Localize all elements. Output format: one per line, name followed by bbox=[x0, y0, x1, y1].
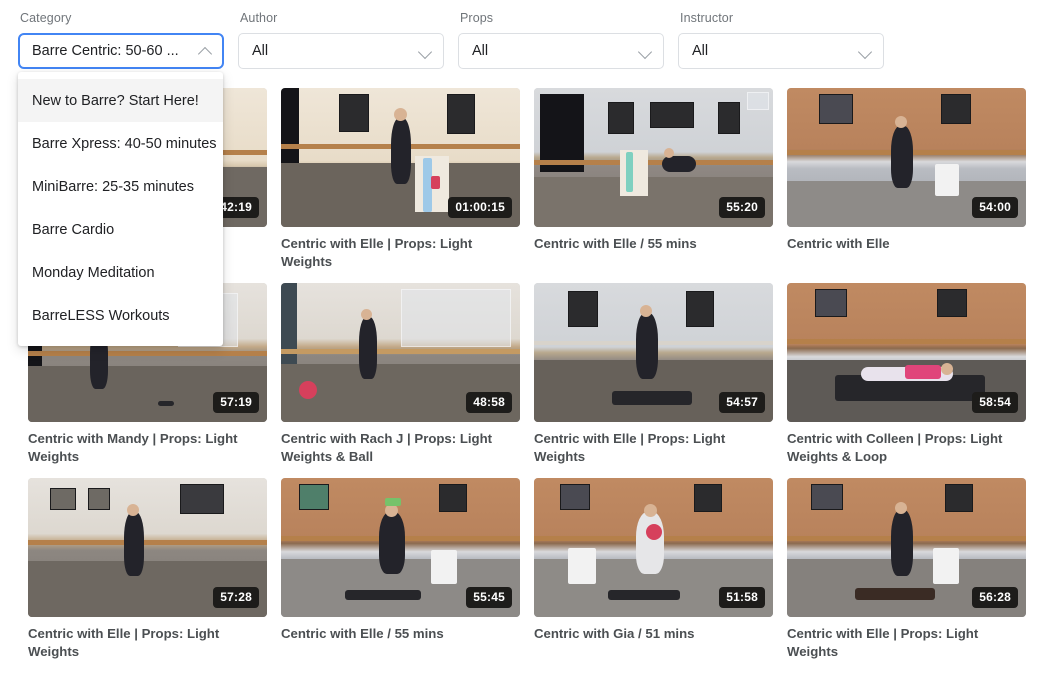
filter-label-instructor: Instructor bbox=[678, 10, 884, 26]
dropdown-item-2[interactable]: MiniBarre: 25-35 minutes bbox=[18, 165, 223, 208]
video-thumbnail[interactable]: 55:45 bbox=[281, 478, 520, 617]
video-thumbnail[interactable]: 54:00 bbox=[787, 88, 1026, 227]
chevron-up-icon bbox=[199, 45, 212, 58]
video-duration: 58:54 bbox=[972, 392, 1018, 413]
video-duration: 55:20 bbox=[719, 197, 765, 218]
video-duration: 51:58 bbox=[719, 587, 765, 608]
video-card: 58:54 Centric with Colleen | Props: Ligh… bbox=[787, 283, 1026, 466]
video-duration: 54:57 bbox=[719, 392, 765, 413]
video-caption[interactable]: Centric with Rach J | Props: Light Weigh… bbox=[281, 430, 519, 466]
video-thumbnail[interactable]: 01:00:15 bbox=[281, 88, 520, 227]
video-card: 54:57 Centric with Elle | Props: Light W… bbox=[534, 283, 773, 466]
author-select-value: All bbox=[252, 43, 268, 59]
filter-instructor: Instructor All bbox=[678, 10, 884, 78]
video-thumbnail[interactable]: 57:28 bbox=[28, 478, 267, 617]
video-duration: 57:28 bbox=[213, 587, 259, 608]
video-caption[interactable]: Centric with Mandy | Props: Light Weight… bbox=[28, 430, 266, 466]
video-card: 55:20 Centric with Elle / 55 mins bbox=[534, 88, 773, 271]
dropdown-item-3[interactable]: Barre Cardio bbox=[18, 208, 223, 251]
video-card: 01:00:15 Centric with Elle | Props: Ligh… bbox=[281, 88, 520, 271]
video-duration: 54:00 bbox=[972, 197, 1018, 218]
filter-label-author: Author bbox=[238, 10, 444, 26]
category-select[interactable]: Barre Centric: 50-60 ... bbox=[18, 33, 224, 69]
chevron-down-icon bbox=[419, 45, 432, 58]
video-duration: 01:00:15 bbox=[448, 197, 512, 218]
video-caption[interactable]: Centric with Elle | Props: Light Weights bbox=[281, 235, 519, 271]
video-caption[interactable]: Centric with Elle bbox=[787, 235, 1025, 253]
video-caption[interactable]: Centric with Elle | Props: Light Weights bbox=[787, 625, 1025, 661]
video-duration: 56:28 bbox=[972, 587, 1018, 608]
instructor-select[interactable]: All bbox=[678, 33, 884, 69]
video-thumbnail[interactable]: 58:54 bbox=[787, 283, 1026, 422]
video-thumbnail[interactable]: 55:20 bbox=[534, 88, 773, 227]
video-card: 55:45 Centric with Elle / 55 mins bbox=[281, 478, 520, 661]
dropdown-item-0[interactable]: New to Barre? Start Here! bbox=[18, 79, 223, 122]
video-caption[interactable]: Centric with Gia / 51 mins bbox=[534, 625, 772, 643]
video-caption[interactable]: Centric with Colleen | Props: Light Weig… bbox=[787, 430, 1025, 466]
video-thumbnail[interactable]: 51:58 bbox=[534, 478, 773, 617]
video-caption[interactable]: Centric with Elle | Props: Light Weights bbox=[534, 430, 772, 466]
filter-category: Category Barre Centric: 50-60 ... bbox=[18, 10, 224, 78]
category-select-value: Barre Centric: 50-60 ... bbox=[32, 43, 179, 59]
video-caption[interactable]: Centric with Elle / 55 mins bbox=[281, 625, 519, 643]
dropdown-item-5[interactable]: BarreLESS Workouts bbox=[18, 294, 223, 337]
video-card: 48:58 Centric with Rach J | Props: Light… bbox=[281, 283, 520, 466]
video-caption[interactable]: Centric with Elle | Props: Light Weights bbox=[28, 625, 266, 661]
props-select[interactable]: All bbox=[458, 33, 664, 69]
video-thumbnail[interactable]: 54:57 bbox=[534, 283, 773, 422]
filter-bar: Category Barre Centric: 50-60 ... Author… bbox=[0, 0, 1055, 78]
video-duration: 48:58 bbox=[466, 392, 512, 413]
dropdown-item-4[interactable]: Monday Meditation bbox=[18, 251, 223, 294]
chevron-down-icon bbox=[859, 45, 872, 58]
author-select[interactable]: All bbox=[238, 33, 444, 69]
chevron-down-icon bbox=[639, 45, 652, 58]
video-duration: 55:45 bbox=[466, 587, 512, 608]
filter-author: Author All bbox=[238, 10, 444, 78]
props-select-value: All bbox=[472, 43, 488, 59]
instructor-select-value: All bbox=[692, 43, 708, 59]
dropdown-item-1[interactable]: Barre Xpress: 40-50 minutes bbox=[18, 122, 223, 165]
video-card: 51:58 Centric with Gia / 51 mins bbox=[534, 478, 773, 661]
video-thumbnail[interactable]: 56:28 bbox=[787, 478, 1026, 617]
video-card: 57:28 Centric with Elle | Props: Light W… bbox=[28, 478, 267, 661]
filter-props: Props All bbox=[458, 10, 664, 78]
video-card: 54:00 Centric with Elle bbox=[787, 88, 1026, 271]
filter-label-props: Props bbox=[458, 10, 664, 26]
filter-label-category: Category bbox=[18, 10, 224, 26]
video-thumbnail[interactable]: 48:58 bbox=[281, 283, 520, 422]
video-card: 56:28 Centric with Elle | Props: Light W… bbox=[787, 478, 1026, 661]
video-duration: 57:19 bbox=[213, 392, 259, 413]
category-dropdown-menu: New to Barre? Start Here! Barre Xpress: … bbox=[18, 72, 223, 346]
video-caption[interactable]: Centric with Elle / 55 mins bbox=[534, 235, 772, 253]
